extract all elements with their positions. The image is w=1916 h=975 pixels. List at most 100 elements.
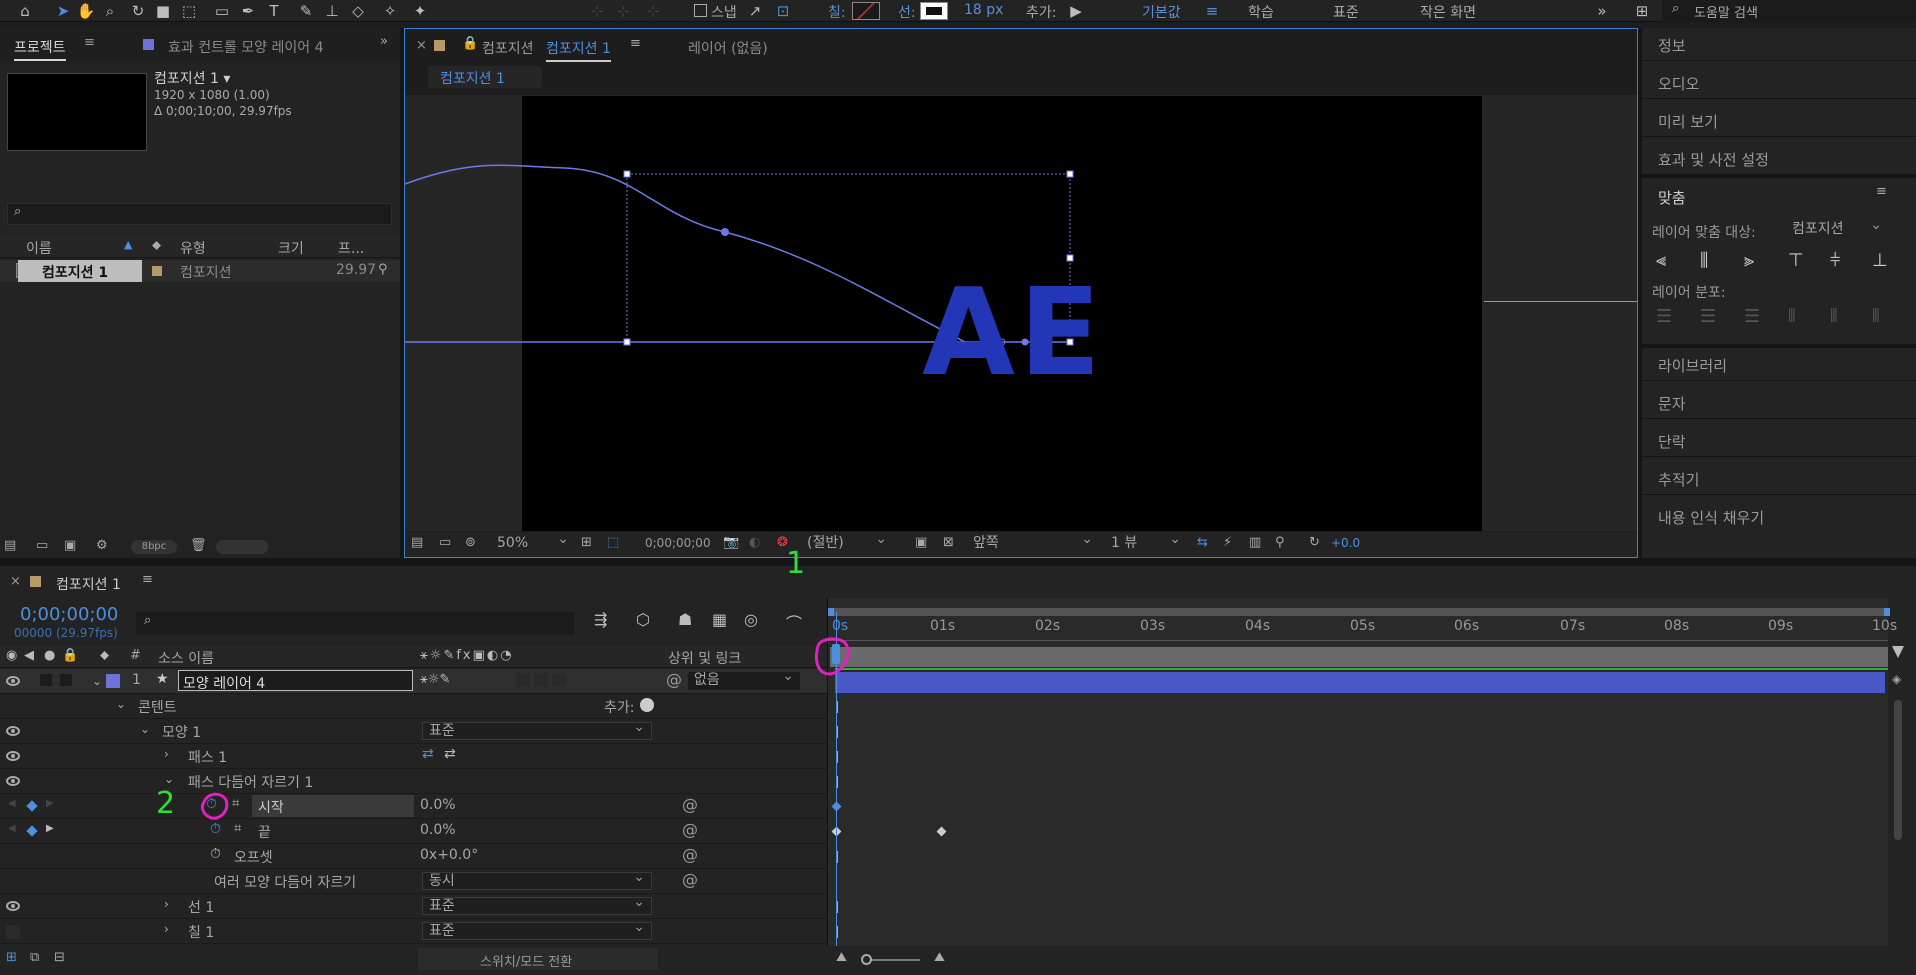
bit-depth-button[interactable]: 8bpc	[131, 540, 177, 554]
local-axis-icon[interactable]: ⊹	[586, 0, 608, 22]
align-hcenter-icon[interactable]: ⫼	[1700, 250, 1708, 271]
align-bottom-icon[interactable]: ⊥	[1872, 250, 1888, 271]
parent-dropdown[interactable]: 없음	[688, 668, 800, 690]
expression-pick-whip-icon[interactable]: @	[682, 845, 698, 864]
frame-blending-icon[interactable]: ▦	[712, 610, 727, 629]
chevron-down-icon[interactable]: ⌄	[164, 772, 174, 786]
timeline-icon[interactable]: ▥	[1249, 535, 1261, 550]
audio-toggle[interactable]	[40, 674, 52, 686]
chevron-down-icon[interactable]: ⌄	[116, 697, 126, 711]
pen-tool-icon[interactable]: ✒	[238, 0, 258, 22]
libraries-panel[interactable]: 라이브러리	[1658, 355, 1727, 376]
layer-duration-bar[interactable]	[835, 672, 1885, 693]
comp-work-area-bar[interactable]	[830, 647, 1888, 667]
shy-layers-icon[interactable]: ☗	[678, 610, 692, 629]
workspace-standard[interactable]: 표준	[1333, 2, 1359, 22]
layer-viewer-tab[interactable]: 레이어 (없음)	[688, 38, 768, 58]
start-value[interactable]: 0.0%	[420, 797, 456, 813]
vr-icon[interactable]: ⊚	[465, 535, 476, 550]
col-parent-link[interactable]: 상위 및 링크	[668, 648, 741, 668]
align-to-dropdown[interactable]: 컴포지션	[1786, 217, 1888, 239]
solo-toggle[interactable]	[60, 674, 72, 686]
tracker-panel[interactable]: 추적기	[1658, 469, 1699, 490]
label-tag-icon[interactable]: ⬥	[152, 238, 161, 253]
new-folder-icon[interactable]: ▭	[36, 538, 48, 553]
align-right-icon[interactable]: ⫸	[1744, 250, 1754, 271]
label-tag-icon[interactable]: ⬥	[100, 648, 109, 663]
motion-blur-icon[interactable]: ◎	[744, 610, 758, 629]
eye-icon[interactable]	[6, 901, 20, 911]
switch-box[interactable]	[534, 673, 548, 687]
views-dropdown[interactable]: 1 뷰	[1105, 531, 1187, 553]
rectangle-tool-icon[interactable]: ▭	[212, 0, 232, 22]
project-menu-icon[interactable]: ≡	[84, 35, 95, 50]
col-frame-rate[interactable]: 프...	[338, 238, 364, 258]
eye-icon[interactable]	[6, 676, 20, 686]
fill-swatch[interactable]	[852, 2, 880, 20]
toggle-switches-modes-button[interactable]: 스위치/모드 전환	[418, 948, 658, 970]
trash-icon[interactable]: 🗑	[190, 538, 207, 553]
layer-name-field[interactable]: 모양 레이어 4	[178, 670, 413, 692]
project-search-input[interactable]: ⌕	[7, 203, 392, 225]
chevron-right-icon[interactable]: ›	[164, 897, 169, 911]
path-row[interactable]: › 패스 1 ⇄ ⇄	[0, 744, 827, 769]
trim-multiple-row[interactable]: 여러 모양 다듬어 자르기 동시 @	[0, 869, 827, 894]
chevron-down-icon[interactable]: ⌄	[92, 674, 102, 688]
comp-mini-flowchart-icon[interactable]: ⇶	[594, 610, 607, 629]
clone-stamp-tool-icon[interactable]: ⊥	[322, 0, 342, 22]
offset-property-row[interactable]: ⏱ 오프셋 0x+0.0° @	[0, 844, 827, 869]
flowchart-icon[interactable]: ⚲	[378, 262, 388, 277]
work-area-start-handle[interactable]	[828, 608, 834, 616]
graph-icon[interactable]: ⌗	[234, 821, 241, 836]
switch-box[interactable]	[552, 673, 566, 687]
lock-switch-icon[interactable]: 🔒	[62, 648, 78, 663]
panel-overflow-icon[interactable]: »	[380, 34, 388, 49]
paragraph-panel[interactable]: 단락	[1658, 431, 1686, 452]
workspace-default[interactable]: 기본값	[1142, 2, 1181, 22]
scrollbar-thumb[interactable]	[1894, 700, 1902, 840]
layer-row[interactable]: ⌄ 1 ★ 모양 레이어 4 ⚹☼✎ @ 없음	[0, 668, 827, 694]
show-snapshot-icon[interactable]: ◐	[749, 535, 760, 550]
workspace-small-screen[interactable]: 작은 화면	[1420, 2, 1476, 22]
fast-preview-icon[interactable]: ⚡	[1223, 535, 1232, 550]
tab-project[interactable]: 프로젝트	[14, 37, 66, 61]
puppet-tool-icon[interactable]: ✦	[410, 0, 430, 22]
exposure-value[interactable]: +0.0	[1331, 536, 1360, 550]
audio-panel[interactable]: 오디오	[1658, 73, 1699, 94]
prev-keyframe-icon[interactable]: ◀	[8, 798, 16, 809]
shape-group-row[interactable]: ⌄ 모양 1 표준	[0, 719, 827, 744]
contents-row[interactable]: ⌄ 콘텐트 추가:	[0, 694, 827, 719]
fill-row[interactable]: › 칠 1 표준	[0, 919, 827, 944]
help-search-box[interactable]: ⌕ 도움말 검색	[1662, 0, 1916, 22]
prev-keyframe-icon[interactable]: ◀	[8, 823, 16, 834]
mask-visibility-icon[interactable]: ⬚	[607, 535, 619, 550]
always-preview-icon[interactable]: ▤	[411, 535, 423, 550]
pick-whip-icon[interactable]: @	[666, 670, 682, 689]
new-comp-icon[interactable]: ▣	[64, 538, 76, 553]
col-name[interactable]: 이름	[26, 238, 52, 258]
trim-multiple-dropdown[interactable]: 동시	[422, 869, 652, 890]
home-icon[interactable]: ⌂	[14, 0, 36, 22]
zoom-slider-track[interactable]	[866, 959, 920, 961]
path-direction-alt-icon[interactable]: ⇄	[444, 746, 456, 762]
graph-editor-icon[interactable]: ⌒	[786, 610, 802, 634]
more-workspaces-icon[interactable]: »	[1592, 0, 1612, 22]
modes-toggle-icon[interactable]: ⧉	[30, 950, 39, 965]
switch-box[interactable]	[516, 673, 530, 687]
solo-switch-icon[interactable]: ●	[44, 648, 55, 663]
current-time-display[interactable]: 0;00;00;00	[20, 604, 118, 625]
distribute-left-icon[interactable]: ⫴	[1788, 306, 1796, 327]
start-property-row[interactable]: ◀ ▶ ⏱ ⌗ 시작 0.0% @	[0, 794, 827, 819]
align-vcenter-icon[interactable]: ⫩	[1830, 250, 1840, 271]
character-panel[interactable]: 문자	[1658, 393, 1686, 414]
timeline-tab-comp[interactable]: 컴포지션 1	[56, 574, 121, 594]
preview-panel[interactable]: 미리 보기	[1658, 111, 1718, 132]
thumbnail-slider[interactable]	[216, 540, 268, 554]
item-name[interactable]: 컴포지션 1	[42, 262, 108, 282]
breadcrumb-comp[interactable]: 컴포지션 1	[440, 68, 505, 88]
path-direction-icon[interactable]: ⇄	[422, 746, 434, 762]
offset-value[interactable]: 0x+0.0°	[420, 847, 478, 863]
col-size[interactable]: 크기	[278, 238, 304, 258]
snap-grid-icon[interactable]: ⊡	[774, 0, 792, 22]
reset-exposure-icon[interactable]: ↻	[1309, 535, 1320, 550]
